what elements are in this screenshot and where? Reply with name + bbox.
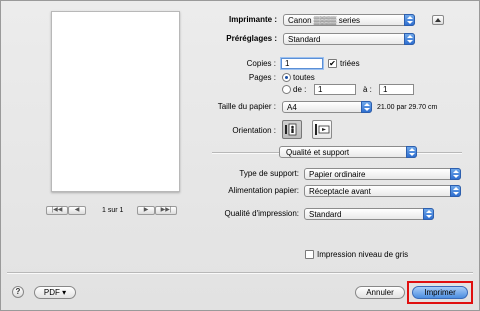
collate-label: triées bbox=[340, 59, 360, 68]
paper-size-label: Taille du papier : bbox=[217, 102, 276, 111]
landscape-person-icon bbox=[315, 124, 330, 135]
pages-all-label: toutes bbox=[293, 73, 315, 82]
pages-all-radio[interactable] bbox=[282, 73, 291, 82]
presets-value: Standard bbox=[288, 35, 321, 44]
panel-popup[interactable]: Qualité et support bbox=[279, 146, 417, 158]
pages-to-input[interactable]: 1 bbox=[379, 84, 414, 95]
grayscale-label: Impression niveau de gris bbox=[317, 250, 409, 259]
paper-source-label: Alimentation papier: bbox=[228, 186, 299, 195]
pages-from-input[interactable]: 1 bbox=[314, 84, 356, 95]
paper-dimensions: 21.00 par 29.70 cm bbox=[377, 104, 438, 111]
print-quality-popup[interactable]: Standard bbox=[304, 208, 434, 220]
panel-value: Qualité et support bbox=[286, 148, 350, 157]
print-quality-label: Qualité d'impression: bbox=[224, 209, 299, 218]
media-type-popup[interactable]: Papier ordinaire bbox=[304, 168, 461, 180]
print-dialog: |◀◀ ◀ 1 sur 1 ▶ ▶▶| Imprimante : Canon ▒… bbox=[0, 0, 480, 311]
popup-arrows-icon bbox=[406, 146, 417, 158]
print-quality-value: Standard bbox=[309, 210, 342, 219]
printer-value: Canon ▒▒▒▒ series bbox=[288, 16, 361, 25]
paper-size-popup[interactable]: A4 bbox=[282, 101, 372, 113]
popup-arrows-icon bbox=[450, 185, 461, 197]
popup-arrows-icon bbox=[361, 101, 372, 113]
orientation-label: Orientation : bbox=[232, 126, 276, 135]
printer-popup[interactable]: Canon ▒▒▒▒ series bbox=[283, 14, 415, 26]
popup-arrows-icon bbox=[404, 14, 415, 26]
prev-page-button[interactable]: ◀ bbox=[68, 206, 86, 215]
page-indicator: 1 sur 1 bbox=[102, 207, 124, 214]
collate-checkbox[interactable]: ✔ bbox=[328, 59, 337, 68]
highlight-box bbox=[407, 281, 473, 304]
media-type-label: Type de support: bbox=[239, 169, 299, 178]
presets-popup[interactable]: Standard bbox=[283, 33, 415, 45]
pages-to-label: à : bbox=[363, 85, 372, 94]
first-page-button[interactable]: |◀◀ bbox=[46, 206, 68, 215]
popup-arrows-icon bbox=[423, 208, 434, 220]
help-button[interactable]: ? bbox=[12, 286, 24, 298]
triangle-up-icon bbox=[435, 18, 441, 22]
paper-source-value: Réceptacle avant bbox=[309, 187, 371, 196]
grayscale-checkbox[interactable] bbox=[305, 250, 314, 259]
portrait-person-icon bbox=[285, 123, 297, 136]
orientation-landscape-button[interactable] bbox=[312, 120, 332, 139]
popup-arrows-icon bbox=[404, 33, 415, 45]
collapse-details-button[interactable] bbox=[432, 15, 444, 25]
copies-label: Copies : bbox=[246, 59, 276, 68]
presets-label: Préréglages : bbox=[226, 34, 277, 43]
page-preview bbox=[51, 11, 180, 192]
cancel-button[interactable]: Annuler bbox=[355, 286, 405, 299]
paper-source-popup[interactable]: Réceptacle avant bbox=[304, 185, 461, 197]
pages-range-label: de : bbox=[293, 85, 307, 94]
pages-label: Pages : bbox=[248, 73, 276, 82]
paper-size-value: A4 bbox=[287, 103, 297, 112]
orientation-portrait-button[interactable] bbox=[282, 120, 302, 139]
copies-input[interactable]: 1 bbox=[281, 58, 323, 69]
last-page-button[interactable]: ▶▶| bbox=[155, 206, 177, 215]
pages-range-radio[interactable] bbox=[282, 85, 291, 94]
media-type-value: Papier ordinaire bbox=[309, 170, 366, 179]
pdf-menu-button[interactable]: PDF ▾ bbox=[34, 286, 76, 299]
footer-separator bbox=[7, 272, 473, 274]
next-page-button[interactable]: ▶ bbox=[137, 206, 155, 215]
popup-arrows-icon bbox=[450, 168, 461, 180]
printer-label: Imprimante : bbox=[228, 15, 277, 24]
